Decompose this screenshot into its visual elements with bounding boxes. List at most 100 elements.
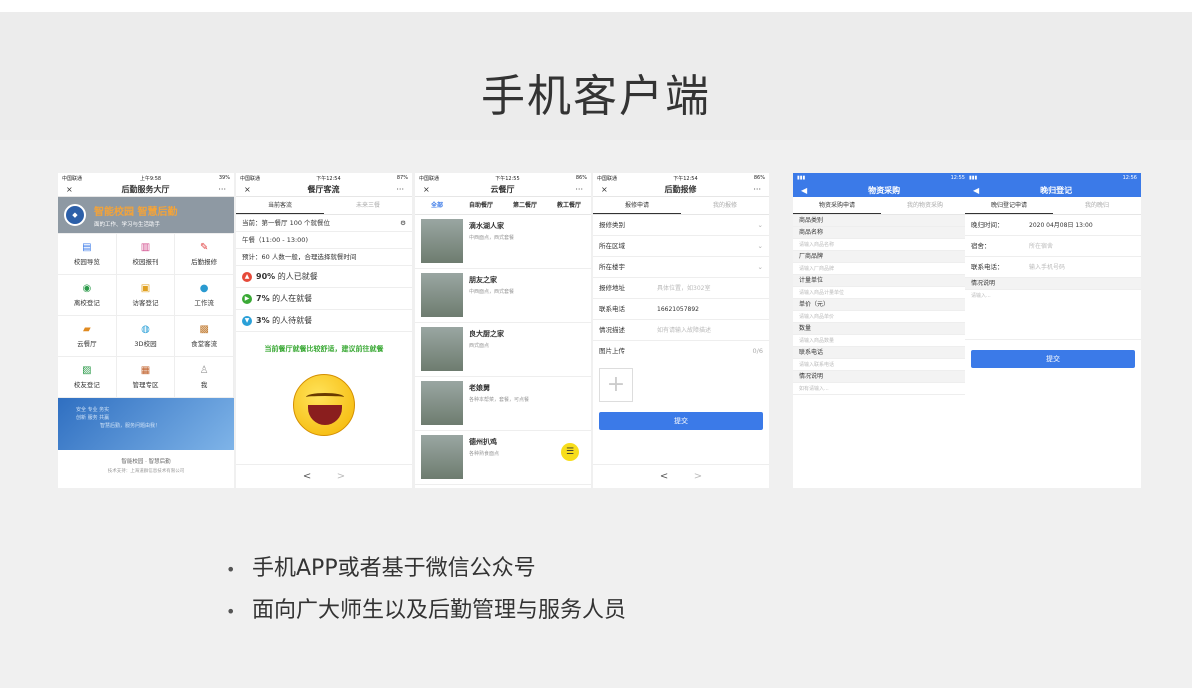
next-button[interactable]: > — [694, 471, 702, 482]
pager: < > — [593, 464, 769, 488]
grid-item[interactable]: ▥ 校园报刊 — [116, 234, 176, 275]
add-photo-button[interactable]: + — [599, 368, 633, 402]
tab-bar: 报修申请 我的报修 — [593, 197, 769, 215]
form-row[interactable]: 晚归时间： 2020 04月08日 13:00 — [965, 215, 1141, 236]
nav-title: 云餐厅 — [490, 185, 515, 194]
field-input[interactable]: 如有请输入... — [793, 383, 969, 395]
field-input[interactable]: 请输入厂商品牌 — [793, 263, 969, 275]
field-label: 商品类别 — [793, 215, 969, 227]
close-icon[interactable]: × — [66, 185, 73, 194]
more-icon[interactable]: ··· — [396, 185, 404, 194]
form-row[interactable]: 情况描述 如有请输入故障描述 — [593, 320, 769, 341]
nav-bar: × 云餐厅 ··· — [415, 183, 591, 197]
tab-mine[interactable]: 我的物资采购 — [881, 197, 969, 214]
grid-item[interactable]: ◉ 离校登记 — [58, 275, 117, 316]
tab-apply[interactable]: 物资采购申请 — [793, 197, 881, 214]
back-icon[interactable]: ◀ — [801, 186, 807, 195]
list-item[interactable]: 滴水湖人家 中西面点，西式套餐 — [415, 215, 591, 269]
form-row[interactable]: 所在区域 ⌄ — [593, 236, 769, 257]
field-label: 数量 — [793, 323, 969, 335]
carrier: 中国联通 — [419, 175, 440, 182]
form-row[interactable]: 报修类别 ⌄ — [593, 215, 769, 236]
more-icon[interactable]: ··· — [218, 185, 226, 194]
close-icon[interactable]: × — [423, 185, 430, 194]
tab-current[interactable]: 当前客流 — [236, 197, 324, 214]
field-input[interactable]: 请输入商品名称 — [793, 239, 969, 251]
form-row[interactable]: 报修地址 具体位置，如302室 — [593, 278, 769, 299]
time: 下午12:54 — [673, 175, 698, 182]
field-input[interactable]: 输入手机号码 — [1029, 257, 1135, 277]
back-icon[interactable]: ◀ — [973, 186, 979, 195]
grid-item[interactable]: ▩ 食堂客流 — [175, 316, 234, 357]
restaurant-desc: 中西面点，西式套餐 — [469, 235, 515, 241]
field-input[interactable]: 所在宿舍 — [1029, 236, 1135, 256]
field-label: 联系电话 — [793, 347, 969, 359]
banner-line: 安全 专业 务实 — [76, 407, 110, 413]
hero-title: 智能校园 智慧后勤 — [94, 206, 178, 218]
field-value: 如有请输入故障描述 — [657, 327, 712, 334]
field-label: 所在区域 — [599, 242, 625, 250]
grid-item[interactable]: ▣ 访客登记 — [116, 275, 176, 316]
grid-item[interactable]: ▤ 校园导览 — [58, 234, 117, 275]
tab-apply[interactable]: 晚归登记申请 — [965, 197, 1053, 214]
restaurant-name: 朋友之家 — [469, 276, 497, 284]
form-row[interactable]: 宿舍： 所在宿舍 — [965, 236, 1141, 257]
form-row[interactable]: 所在楼宇 ⌄ — [593, 257, 769, 278]
prev-button[interactable]: < — [660, 471, 668, 482]
form-row[interactable]: 联系电话： 输入手机号码 — [965, 257, 1141, 278]
restaurant-photo — [421, 435, 463, 479]
status-bar: ▮▮▮ 12:56 — [965, 173, 1141, 183]
field-label: 报修地址 — [599, 284, 625, 292]
3d-icon: ◍ — [141, 324, 150, 335]
battery: 87% — [396, 175, 408, 181]
next-button[interactable]: > — [337, 471, 345, 482]
more-icon[interactable]: ··· — [753, 185, 761, 194]
grid-label: 校园导览 — [73, 258, 100, 266]
close-icon[interactable]: × — [244, 185, 251, 194]
grid-label: 后勤报修 — [191, 258, 218, 266]
prev-button[interactable]: < — [303, 471, 311, 482]
list-item[interactable]: 老娘舅 各种本帮菜，套餐，可点餐 — [415, 377, 591, 431]
submit-button[interactable]: 提交 — [971, 350, 1135, 368]
desc-textarea[interactable]: 请输入... — [965, 290, 1141, 340]
tab-buffet[interactable]: 自助餐厅 — [459, 197, 503, 214]
tab-mine[interactable]: 我的报修 — [681, 197, 769, 214]
close-icon[interactable]: × — [601, 185, 608, 194]
list-item[interactable]: 良大厨之家 西式面点 — [415, 323, 591, 377]
list-menu-icon[interactable]: ☰ — [561, 443, 579, 461]
grid-item[interactable]: ▨ 校友登记 — [58, 357, 117, 398]
field-label: 情况描述 — [599, 326, 625, 334]
submit-button[interactable]: 提交 — [599, 412, 763, 430]
more-icon[interactable]: ··· — [575, 185, 583, 194]
grid-item[interactable]: ▦ 管理专区 — [116, 357, 176, 398]
hero-subtitle: 面的工作、学习与生活助手 — [94, 221, 161, 228]
grid-item[interactable]: ▰ 云餐厅 — [58, 316, 117, 357]
tab-mine[interactable]: 我的晚归 — [1053, 197, 1141, 214]
grid-item[interactable]: ♙ 我 — [175, 357, 234, 398]
field-input[interactable]: 请输入商品计量单位 — [793, 287, 969, 299]
page-title: 手机客户端 — [481, 71, 711, 122]
signal-icon: ▮▮▮ — [797, 175, 806, 181]
tab-second[interactable]: 第二餐厅 — [503, 197, 547, 214]
grid-item[interactable]: ● 工作流 — [175, 275, 234, 316]
battery: 86% — [753, 175, 765, 181]
carrier: 中国联通 — [240, 175, 261, 182]
grid-item[interactable]: ✎ 后勤报修 — [175, 234, 234, 275]
tab-all[interactable]: 全部 — [415, 197, 459, 214]
grid-label: 管理专区 — [132, 381, 159, 389]
field-input[interactable]: 请输入联系电话 — [793, 359, 969, 371]
field-input[interactable]: 请输入商品单价 — [793, 311, 969, 323]
grid-item[interactable]: ◍ 3D校园 — [116, 316, 176, 357]
list-item[interactable]: 朋友之家 中西面点，西式套餐 — [415, 269, 591, 323]
battery: 39% — [218, 175, 230, 181]
form-row[interactable]: 联系电话 16621057892 — [593, 299, 769, 320]
status-bar: 中国联通 下午12:55 86% — [415, 173, 591, 183]
tab-apply[interactable]: 报修申请 — [593, 197, 681, 214]
bullet-item: • 面向广大师生以及后勤管理与服务人员 — [226, 596, 626, 638]
tab-future[interactable]: 未来三餐 — [324, 197, 412, 214]
list-item[interactable]: 德州扒鸡 各种熟食面点 ☰ — [415, 431, 591, 485]
tab-staff[interactable]: 教工餐厅 — [547, 197, 591, 214]
gear-icon[interactable]: ⚙ — [400, 215, 406, 231]
field-input[interactable]: 请输入商品数量 — [793, 335, 969, 347]
screen-service-hall: 中国联通 上午9:58 39% × 后勤服务大厅 ··· ◆ 智能校园 智慧后勤 面的工作… — [58, 173, 234, 488]
